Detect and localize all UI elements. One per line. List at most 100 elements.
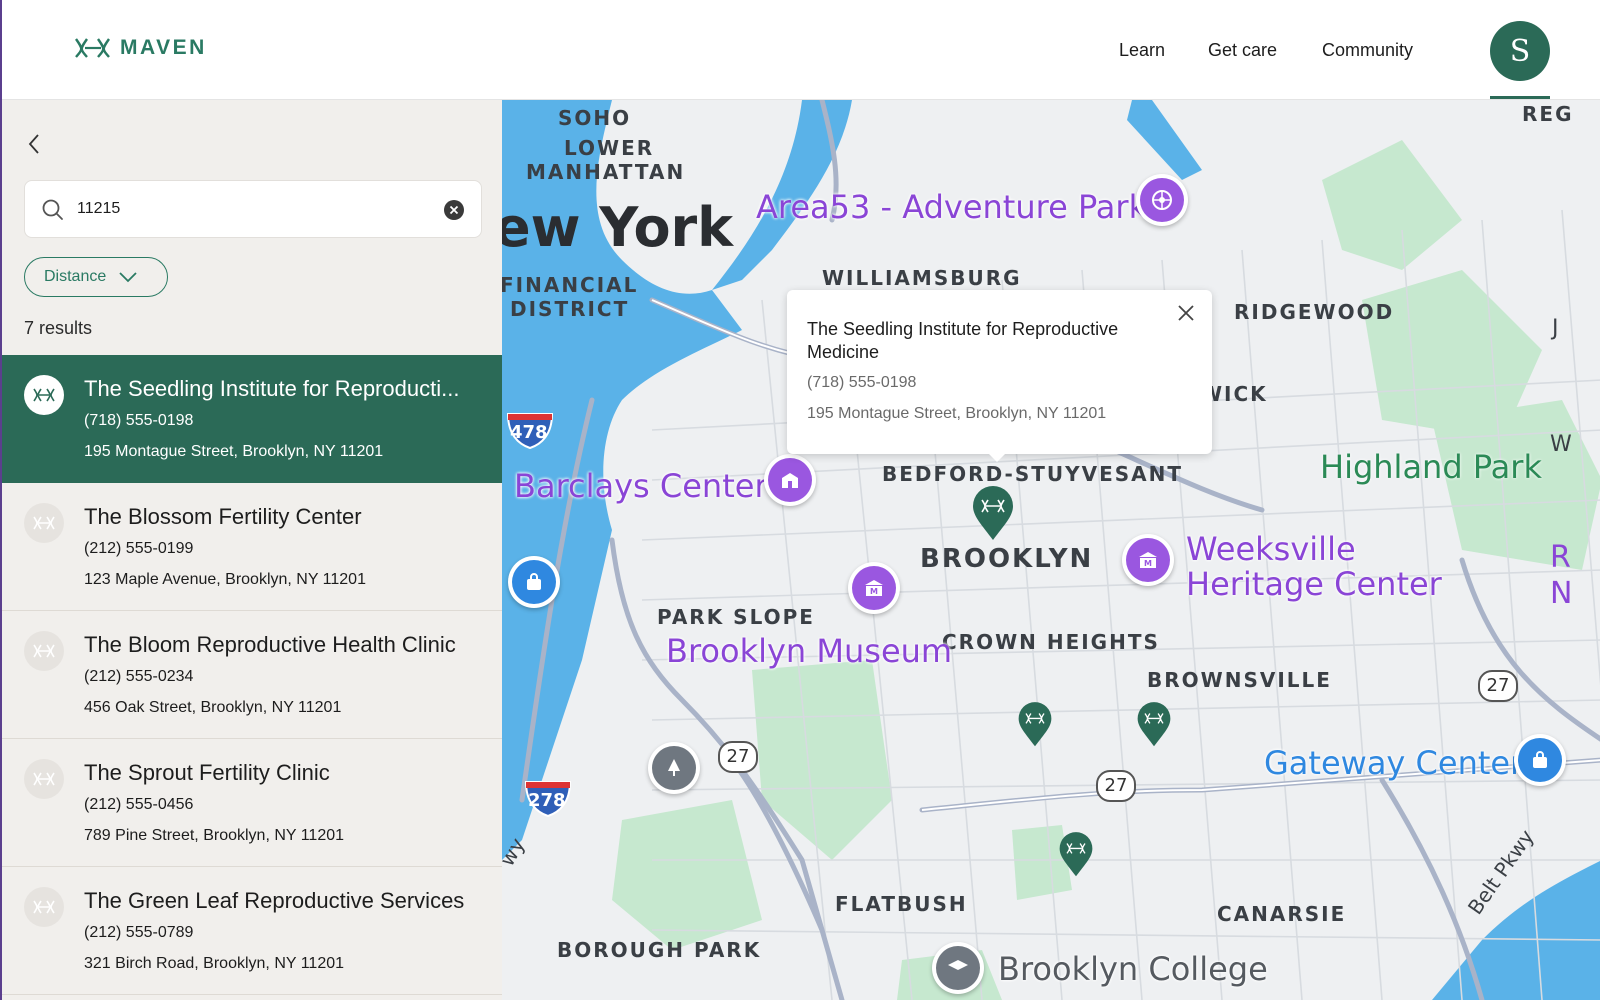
results-sidebar: Distance 7 results The Seedling Institut…	[2, 100, 502, 1000]
result-item[interactable]: The Seedling Institute for Reproducti...…	[2, 355, 502, 483]
result-item[interactable]: The Blossom Fertility Center (212) 555-0…	[2, 483, 502, 611]
map-label: PARK SLOPE	[657, 605, 815, 629]
result-phone: (718) 555-0198	[84, 412, 194, 429]
result-name: The Green Leaf Reproductive Services	[84, 888, 465, 913]
poi-label[interactable]: Weeksville	[1186, 530, 1356, 568]
user-avatar[interactable]: S	[1490, 21, 1550, 81]
route-shield: 27	[1478, 670, 1518, 702]
poi-pin[interactable]	[648, 742, 700, 794]
poi-label[interactable]: Gateway Center	[1264, 744, 1523, 782]
maven-pin-icon	[24, 375, 64, 415]
search-input[interactable]	[77, 197, 417, 221]
search-icon	[42, 199, 63, 220]
maven-pin-icon[interactable]	[1058, 832, 1094, 878]
nav-community[interactable]: Community	[1322, 40, 1413, 61]
museum-icon: M	[865, 580, 883, 596]
maven-pin-icon	[24, 887, 64, 927]
maven-logo-icon	[75, 38, 110, 58]
map-label: BEDFORD-STUYVESANT	[882, 462, 1184, 486]
shopping-bag-icon	[527, 573, 541, 590]
museum-icon: M	[1139, 552, 1157, 568]
result-phone: (212) 555-0456	[84, 796, 194, 813]
result-address: 789 Pine Street, Brooklyn, NY 11201	[84, 827, 345, 844]
maven-logo[interactable]: MAVEN	[74, 36, 207, 60]
poi-label[interactable]: Brooklyn College	[998, 950, 1268, 988]
result-address: 321 Birch Road, Brooklyn, NY 11201	[84, 955, 345, 972]
result-address: 123 Maple Avenue, Brooklyn, NY 11201	[84, 571, 366, 588]
map-label: CROWN HEIGHTS	[942, 630, 1160, 654]
park-label[interactable]: Highland Park	[1320, 448, 1542, 486]
city-label: ew York	[502, 196, 734, 259]
close-icon[interactable]	[1175, 302, 1197, 324]
filter-label: Distance	[44, 268, 107, 285]
result-phone: (212) 555-0789	[84, 924, 194, 941]
school-icon	[948, 960, 968, 970]
shopping-bag-icon	[1533, 751, 1547, 768]
map-view[interactable]: SOHO LOWER MANHATTAN FINANCIAL DISTRICT …	[502, 100, 1600, 1000]
search-box	[24, 180, 482, 238]
distance-filter-dropdown[interactable]: Distance	[24, 257, 168, 297]
result-address: 456 Oak Street, Brooklyn, NY 11201	[84, 699, 342, 716]
map-label: BROOKLYN	[920, 544, 1094, 574]
result-name: The Blossom Fertility Center	[84, 504, 362, 529]
map-label: N	[1550, 576, 1573, 611]
route-shield: 27	[718, 741, 758, 773]
map-label: LOWER	[564, 136, 655, 160]
poi-pin[interactable]	[932, 942, 984, 994]
nav-get-care[interactable]: Get care	[1208, 40, 1277, 61]
poi-pin[interactable]	[508, 556, 560, 608]
shield-label: 278	[528, 790, 566, 811]
result-phone: (212) 555-0199	[84, 540, 194, 557]
map-label: R	[1550, 540, 1571, 575]
nav-learn[interactable]: Learn	[1119, 40, 1165, 61]
map-label: FLATBUSH	[835, 892, 968, 916]
poi-label[interactable]: Barclays Center	[514, 467, 768, 505]
park-tree-icon	[668, 759, 680, 776]
map-label: SOHO	[558, 106, 632, 130]
map-label: DISTRICT	[510, 297, 630, 321]
chevron-left-icon	[28, 134, 39, 154]
results-count: 7 results	[24, 318, 93, 338]
poi-label[interactable]: Area53 - Adventure Park	[756, 188, 1147, 226]
result-name: The Bloom Reproductive Health Clinic	[84, 632, 456, 657]
poi-label[interactable]: Brooklyn Museum	[666, 632, 952, 670]
poi-pin[interactable]	[1514, 734, 1566, 786]
popup-phone[interactable]: (718) 555-0198	[807, 374, 916, 392]
top-header: MAVEN Learn Get care Community S	[2, 0, 1600, 100]
result-address: 195 Montague Street, Brooklyn, NY 11201	[84, 443, 384, 460]
popup-tail	[987, 452, 1007, 462]
result-name: The Sprout Fertility Clinic	[84, 760, 330, 785]
result-item[interactable]: The Bloom Reproductive Health Clinic (21…	[2, 611, 502, 739]
back-button[interactable]	[24, 130, 44, 158]
amusement-icon	[1152, 190, 1172, 210]
poi-pin[interactable]: M	[848, 562, 900, 614]
shield-label: 478	[510, 422, 548, 443]
avatar-active-indicator	[1490, 96, 1550, 99]
result-phone: (212) 555-0234	[84, 668, 194, 685]
map-label: CANARSIE	[1217, 902, 1347, 926]
result-item[interactable]: The Sprout Fertility Clinic (212) 555-04…	[2, 739, 502, 867]
poi-pin[interactable]	[1136, 174, 1188, 226]
map-label: W	[1550, 432, 1572, 457]
map-label: FINANCIAL	[502, 273, 639, 297]
stadium-icon	[782, 473, 798, 488]
maven-pin-icon	[24, 759, 64, 799]
poi-label[interactable]: Heritage Center	[1186, 565, 1442, 603]
map-label: RIDGEWOOD	[1234, 300, 1395, 324]
map-label: BROWNSVILLE	[1147, 668, 1332, 692]
maven-pin-icon[interactable]	[1136, 702, 1172, 748]
map-label: MANHATTAN	[526, 160, 686, 184]
poi-pin[interactable]	[764, 454, 816, 506]
popup-title: The Seedling Institute for Reproductive …	[807, 319, 1119, 362]
maven-pin-icon	[24, 503, 64, 543]
svg-text:M: M	[870, 587, 878, 596]
map-label: WILLIAMSBURG	[822, 266, 1022, 290]
maven-pin-icon[interactable]	[1017, 702, 1053, 748]
svg-text:M: M	[1144, 559, 1152, 568]
maven-pin-icon[interactable]	[971, 486, 1015, 542]
result-item[interactable]: The Green Leaf Reproductive Services (21…	[2, 867, 502, 995]
maven-pin-icon	[24, 631, 64, 671]
results-list: The Seedling Institute for Reproducti...…	[2, 355, 502, 995]
clear-icon[interactable]	[443, 199, 465, 221]
poi-pin[interactable]: M	[1122, 534, 1174, 586]
